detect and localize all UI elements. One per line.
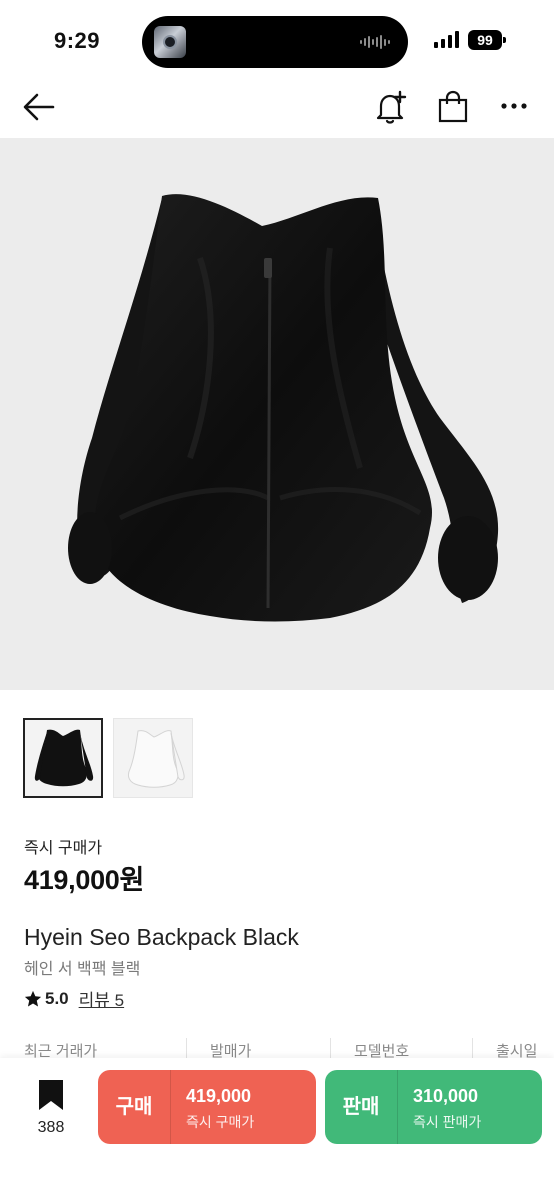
instant-buy-label: 즉시 구매가: [24, 840, 103, 857]
sell-button[interactable]: 판매 310,000 즉시 판매가: [325, 1070, 542, 1144]
buy-price: 419,000: [186, 1086, 252, 1106]
buy-sub-label: 즉시 구매가: [186, 1114, 255, 1130]
product-name-ko: 헤인 서 백팩 블랙: [24, 961, 141, 978]
sell-label: 판매: [342, 1096, 380, 1118]
dynamic-island: [142, 16, 408, 68]
bottom-action-bar: 388 구매 419,000 즉시 구매가 판매 310,000 즉시 판매가: [0, 1058, 554, 1200]
buy-button[interactable]: 구매 419,000 즉시 구매가: [98, 1070, 316, 1144]
cellular-signal-icon: [434, 30, 459, 48]
star-icon: [24, 990, 42, 1007]
status-time: 9:29: [54, 28, 101, 53]
thumbnail-black[interactable]: [23, 718, 103, 798]
battery-indicator: 99: [468, 30, 506, 50]
thumbnail-white-image: [114, 719, 192, 797]
bell-plus-icon[interactable]: [373, 90, 409, 124]
more-icon[interactable]: [500, 102, 528, 110]
divider: [186, 1038, 187, 1058]
sell-divider: [397, 1070, 398, 1144]
status-bar: 9:29 99: [0, 0, 554, 80]
review-link[interactable]: 리뷰 5: [79, 986, 124, 1011]
wish-button[interactable]: 388: [26, 1080, 76, 1137]
now-playing-artwork: [154, 26, 186, 58]
backpack-image: [68, 194, 499, 622]
rating-score: 5.0: [45, 988, 69, 1008]
product-price: 419,000원: [24, 865, 145, 895]
sell-price: 310,000: [413, 1086, 479, 1106]
thumbnail-white[interactable]: [113, 718, 193, 798]
audio-wave-icon: [360, 34, 390, 50]
divider: [472, 1038, 473, 1058]
product-image[interactable]: [0, 138, 554, 690]
buy-label: 구매: [115, 1096, 153, 1118]
bookmark-icon: [39, 1080, 63, 1110]
shopping-bag-icon[interactable]: [437, 90, 469, 124]
back-arrow-icon[interactable]: [22, 92, 56, 122]
buy-divider: [170, 1070, 171, 1144]
thumbnail-black-image: [25, 720, 101, 796]
rating-row: 5.0 리뷰 5: [24, 986, 124, 1011]
divider: [330, 1038, 331, 1058]
wish-count: 388: [37, 1119, 65, 1136]
top-nav: [0, 80, 554, 136]
product-name-en: Hyein Seo Backpack Black: [24, 924, 299, 950]
sell-sub-label: 즉시 판매가: [413, 1114, 482, 1130]
